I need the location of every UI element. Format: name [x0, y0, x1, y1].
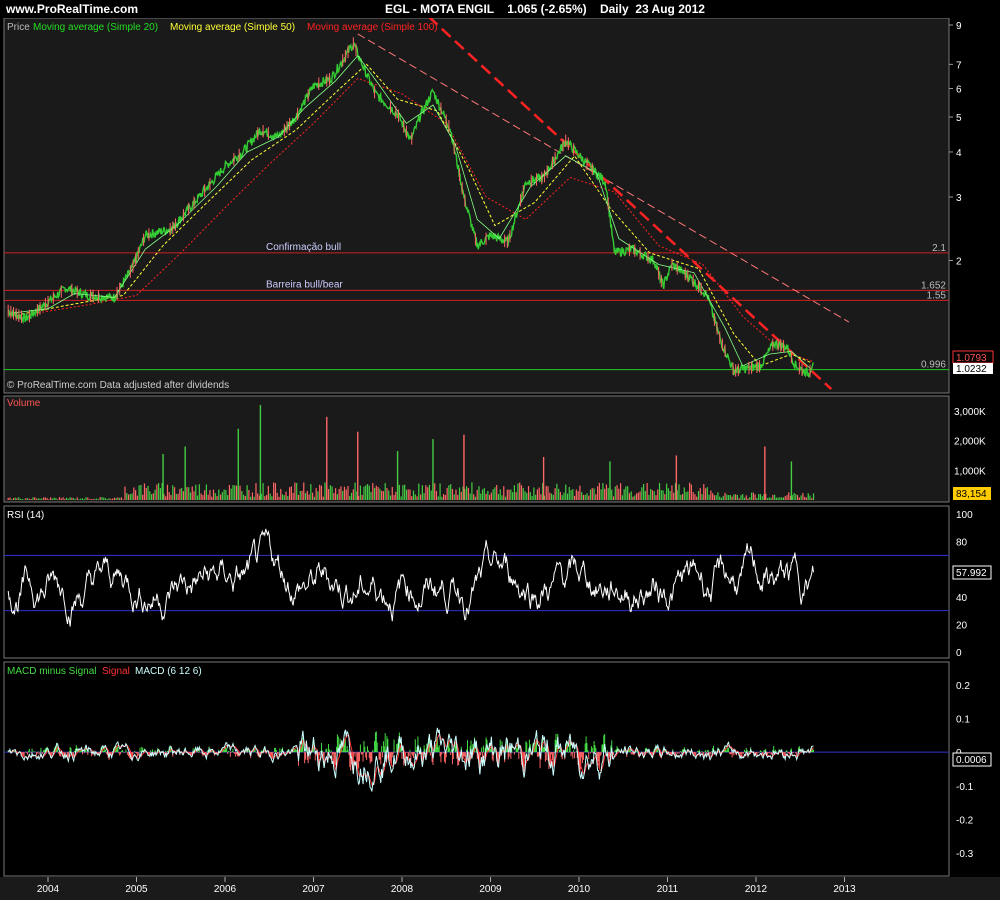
rsi-tick-label: 80	[956, 538, 968, 549]
rsi-panel[interactable]	[3, 505, 950, 659]
macd-tick-label: -0.3	[956, 849, 974, 860]
prev-price-text: 1.0232	[956, 364, 987, 375]
price-tick-label: 9	[956, 21, 962, 32]
date-tick-label: 2012	[745, 884, 768, 895]
date-tick-label: 2006	[214, 884, 237, 895]
instrument-title: EGL - MOTA ENGIL 1.065 (-2.65%) Daily 23…	[385, 2, 705, 16]
volume-tick-label: 2,000K	[954, 437, 986, 448]
macd-legend-hist: MACD minus Signal	[7, 666, 96, 677]
legend-ma50: Moving average (Simple 50)	[170, 22, 295, 33]
macd-legend-signal: Signal	[102, 666, 130, 677]
price-tick-label: 6	[956, 84, 962, 95]
date-tick-label: 2009	[479, 884, 502, 895]
macd-panel[interactable]	[3, 661, 950, 877]
price-tick-label: 2	[956, 257, 962, 268]
support-line-label-1: Barreira bull/bear	[266, 279, 343, 290]
volume-tick-label: 3,000K	[954, 407, 986, 418]
date-tick-label: 2008	[391, 884, 414, 895]
price-tick-label: 7	[956, 60, 962, 71]
price-tick-label: 5	[956, 113, 962, 124]
macd-tick-label: -0.1	[956, 782, 974, 793]
date-tick-label: 2005	[125, 884, 148, 895]
period-date: Daily 23 Aug 2012	[599, 2, 705, 16]
volume-panel[interactable]	[3, 395, 950, 503]
site-name[interactable]: www.ProRealTime.com	[6, 2, 138, 16]
rsi-tick-label: 0	[956, 648, 962, 659]
date-tick-label: 2004	[37, 884, 60, 895]
macd-tick-label: 0.1	[956, 715, 970, 726]
rsi-title: RSI (14)	[7, 510, 44, 521]
volume-title: Volume	[7, 398, 41, 409]
data-note: © ProRealTime.com Data adjusted after di…	[7, 380, 229, 391]
rsi-tick-label: 20	[956, 620, 968, 631]
price-tick-label: 4	[956, 148, 962, 159]
top-bar: www.ProRealTime.com EGL - MOTA ENGIL 1.0…	[0, 0, 1000, 18]
price-panel[interactable]	[3, 17, 950, 394]
date-tick-label: 2010	[568, 884, 591, 895]
volume-tick-label: 1,000K	[954, 466, 986, 477]
rsi-tick-label: 100	[956, 510, 973, 521]
chart-svg: Price Moving average (Simple 20) Moving …	[0, 15, 1000, 900]
date-tick-label: 2007	[302, 884, 325, 895]
support-line-label-0: Confirmação bull	[266, 242, 341, 253]
price-tick-label: 3	[956, 193, 962, 204]
support-line-value-2: 1.55	[927, 290, 947, 301]
price-change: 1.065 (-2.65%)	[507, 2, 587, 16]
macd-badge-text: 0.0006	[956, 755, 987, 766]
macd-tick-label: -0.2	[956, 816, 974, 827]
support-line-value-3: 0.996	[921, 360, 946, 371]
volume-badge-text: 83,154	[956, 489, 987, 500]
date-tick-label: 2011	[657, 884, 679, 895]
macd-tick-label: 0.2	[956, 681, 970, 692]
legend-price: Price	[7, 22, 30, 33]
last-price-text: 1.0793	[956, 353, 987, 364]
support-line-value-0: 2.1	[932, 243, 946, 254]
rsi-badge-text: 57.992	[956, 568, 987, 579]
legend-ma20: Moving average (Simple 20)	[33, 22, 158, 33]
date-tick-label: 2013	[833, 884, 856, 895]
instrument-name: EGL - MOTA ENGIL	[385, 2, 494, 16]
rsi-tick-label: 40	[956, 593, 968, 604]
macd-legend-macd: MACD (6 12 6)	[135, 666, 202, 677]
legend-ma100: Moving average (Simple 100)	[307, 22, 438, 33]
